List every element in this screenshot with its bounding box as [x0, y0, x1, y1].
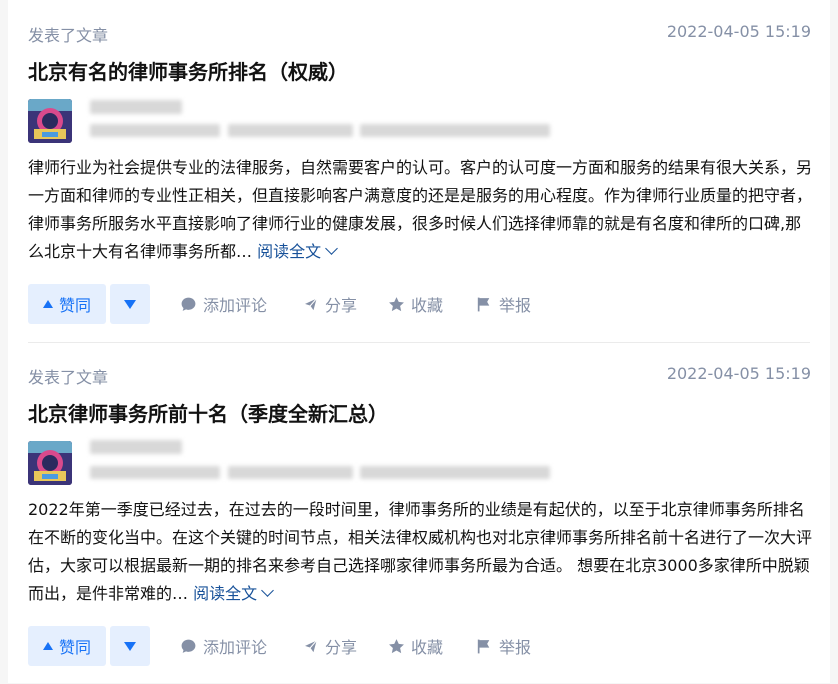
activity-type: 发表了文章	[28, 26, 109, 45]
excerpt-text: 2022年第一季度已经过去，在过去的一段时间里，律师事务所的业绩是有起伏的，以至…	[28, 500, 813, 603]
author-bio-redacted	[228, 466, 353, 479]
triangle-up-icon	[42, 642, 53, 650]
star-icon	[389, 296, 404, 311]
report-label: 举报	[499, 296, 532, 315]
downvote-button[interactable]	[110, 626, 150, 666]
author-name-redacted	[90, 100, 182, 114]
read-more-label: 阅读全文	[257, 242, 322, 261]
author-bio-redacted	[90, 124, 220, 137]
comment-label: 添加评论	[203, 638, 268, 657]
share-button[interactable]: 分享	[302, 626, 357, 666]
collect-label: 收藏	[411, 296, 444, 315]
article-card: 发表了文章 2022-04-05 15:19 北京律师事务所前十名（季度全新汇总…	[8, 342, 830, 684]
action-bar: 赞同 添加评论 分享 收藏 举报	[28, 626, 818, 666]
share-label: 分享	[325, 638, 358, 657]
read-more-link[interactable]: 阅读全文	[257, 242, 338, 261]
activity-type: 发表了文章	[28, 368, 109, 387]
read-more-link[interactable]: 阅读全文	[193, 584, 274, 603]
chevron-down-icon	[261, 584, 274, 597]
flag-icon	[477, 297, 490, 311]
post-time: 2022-04-05 15:19	[666, 364, 811, 383]
comment-icon	[181, 639, 196, 653]
share-label: 分享	[325, 296, 358, 315]
upvote-button[interactable]: 赞同	[28, 626, 106, 666]
article-excerpt[interactable]: 2022年第一季度已经过去，在过去的一段时间里，律师事务所的业绩是有起伏的，以至…	[28, 496, 813, 608]
author-bio-redacted	[90, 466, 220, 479]
collect-button[interactable]: 收藏	[388, 284, 443, 324]
comment-button[interactable]: 添加评论	[180, 284, 267, 324]
action-bar: 赞同 添加评论 分享 收藏 举报	[28, 284, 818, 324]
chevron-down-icon	[325, 242, 338, 255]
collect-label: 收藏	[411, 638, 444, 657]
share-icon	[302, 638, 319, 655]
report-button[interactable]: 举报	[476, 626, 531, 666]
author-bio-redacted	[360, 124, 550, 137]
read-more-label: 阅读全文	[193, 584, 258, 603]
post-time: 2022-04-05 15:19	[666, 22, 811, 41]
activity-feed: 发表了文章 2022-04-05 15:19 北京有名的律师事务所排名（权威） …	[8, 0, 830, 683]
collect-button[interactable]: 收藏	[388, 626, 443, 666]
author-avatar[interactable]	[28, 99, 72, 143]
author-bio-redacted	[228, 124, 353, 137]
upvote-label: 赞同	[58, 296, 91, 315]
excerpt-text: 律师行业为社会提供专业的法律服务，自然需要客户的认可。客户的认可度一方面和服务的…	[28, 158, 813, 261]
triangle-down-icon	[124, 641, 136, 651]
author-name-redacted	[90, 440, 182, 454]
upvote-button[interactable]: 赞同	[28, 284, 106, 324]
report-button[interactable]: 举报	[476, 284, 531, 324]
triangle-up-icon	[42, 300, 53, 308]
article-title[interactable]: 北京律师事务所前十名（季度全新汇总）	[28, 398, 388, 427]
article-title[interactable]: 北京有名的律师事务所排名（权威）	[28, 56, 348, 85]
report-label: 举报	[499, 638, 532, 657]
flag-icon	[477, 639, 490, 653]
share-button[interactable]: 分享	[302, 284, 357, 324]
share-icon	[302, 296, 319, 313]
author-avatar[interactable]	[28, 441, 72, 485]
article-card: 发表了文章 2022-04-05 15:19 北京有名的律师事务所排名（权威） …	[8, 0, 830, 342]
downvote-button[interactable]	[110, 284, 150, 324]
article-excerpt[interactable]: 律师行业为社会提供专业的法律服务，自然需要客户的认可。客户的认可度一方面和服务的…	[28, 154, 813, 266]
upvote-label: 赞同	[58, 638, 91, 657]
comment-label: 添加评论	[203, 296, 268, 315]
star-icon	[389, 638, 404, 653]
comment-icon	[181, 297, 196, 311]
author-bio-redacted	[360, 466, 550, 479]
comment-button[interactable]: 添加评论	[180, 626, 267, 666]
triangle-down-icon	[124, 299, 136, 309]
